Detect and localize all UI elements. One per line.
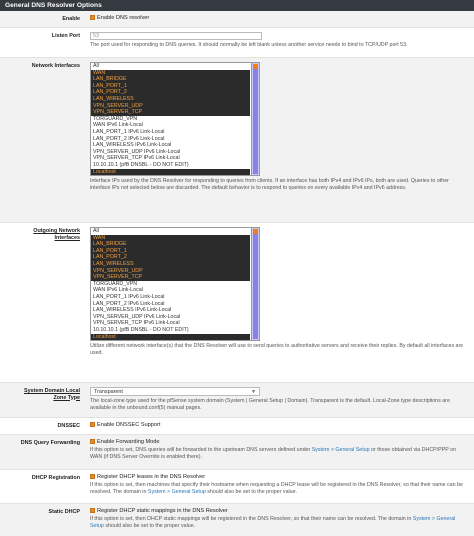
interface-option[interactable]: Localhost [91, 333, 250, 341]
interface-option[interactable]: LAN_PORT_2 [91, 89, 250, 96]
zone-label-line2: Zone Type [53, 394, 80, 401]
dns-query-forwarding-label: DNS Query Forwarding [20, 440, 80, 446]
network-interfaces-label: Network Interfaces [31, 63, 80, 69]
interface-option[interactable]: VPN_SERVER_TCP [91, 274, 250, 281]
interface-option[interactable]: 10.10.10.1 (pfB DNSBL - DO NOT EDIT) [91, 162, 250, 169]
zone-label-line1: System Domain Local [23, 388, 80, 394]
interface-option[interactable]: LAN_WIRELESS IPv6 Link-Local [91, 142, 250, 149]
interface-option[interactable]: 10.10.10.1 (pfB DNSBL - DO NOT EDIT) [91, 327, 250, 334]
enable-checkbox[interactable] [90, 15, 95, 20]
help-text: should also be set to the proper value. [205, 488, 298, 495]
interface-option[interactable]: All [91, 63, 250, 70]
interface-option[interactable]: VPN_SERVER_TCP IPv6 Link-Local [91, 320, 250, 327]
interface-option[interactable]: WAN IPv6 Link-Local [91, 287, 250, 294]
outgoing-interfaces-options: All WAN LAN_BRIDGE LAN_PORT_1 LAN_PORT_2 LAN_… [91, 228, 250, 341]
local-zone-type-value: Transparent [94, 389, 123, 395]
interface-option[interactable]: VPN_SERVER_UDP IPv6 Link-Local [91, 314, 250, 321]
interface-option[interactable]: All [91, 228, 250, 235]
interface-option[interactable]: LAN_PORT_1 IPv6 Link-Local [91, 129, 250, 136]
network-interfaces-scrollbar[interactable] [251, 63, 259, 176]
interface-option[interactable]: LAN_PORT_2 IPv6 Link-Local [91, 301, 250, 308]
network-interfaces-help: Interface IPs used by the DNS Resolver f… [90, 178, 449, 191]
local-zone-type-select[interactable]: Transparent ▼ [90, 387, 260, 396]
network-interfaces-listbox[interactable]: All WAN LAN_BRIDGE LAN_PORT_1 LAN_PORT_2 LAN_… [90, 62, 260, 177]
enable-row: Enable Enable DNS resolver [0, 11, 474, 28]
dnssec-row: DNSSEC Enable DNSSEC Support [0, 418, 474, 435]
outgoing-interfaces-help: Utilize different network interface(s) t… [90, 343, 464, 356]
listen-port-row: Listen Port 53 The port used for respond… [0, 28, 474, 58]
dns-query-forwarding-row: DNS Query Forwarding Enable Forwarding M… [0, 435, 474, 470]
outgoing-interfaces-listbox[interactable]: All WAN LAN_BRIDGE LAN_PORT_1 LAN_PORT_2 LAN_… [90, 227, 260, 342]
interface-option[interactable]: LAN_PORT_1 [91, 82, 250, 90]
system-general-setup-link[interactable]: System > General Setup [148, 489, 206, 495]
dns-query-forwarding-checkbox[interactable] [90, 439, 95, 444]
interface-option[interactable]: VPN_SERVER_UDP IPv6 Link-Local [91, 149, 250, 156]
interface-option[interactable]: LAN_PORT_2 IPv6 Link-Local [91, 136, 250, 143]
static-dhcp-help: If this option is set, then DHCP static … [90, 516, 468, 529]
interface-option[interactable]: WAN [91, 69, 250, 77]
outgoing-interfaces-scrollbar[interactable] [251, 228, 259, 341]
interface-option[interactable]: VPN_SERVER_TCP [91, 109, 250, 116]
listen-port-help: The port used for responding to DNS quer… [90, 42, 408, 48]
static-dhcp-row: Static DHCP Register DHCP static mapping… [0, 504, 474, 536]
enable-checkbox-label: Enable DNS resolver [97, 15, 150, 21]
interface-option[interactable]: LAN_WIRELESS [91, 95, 250, 103]
help-text: If this option is set, DNS queries will … [90, 447, 312, 453]
dhcp-registration-label: DHCP Registration [31, 475, 80, 481]
local-zone-type-label: System Domain Local Zone Type [0, 383, 84, 417]
enable-label: Enable [62, 16, 80, 22]
local-zone-type-row: System Domain Local Zone Type Transparent… [0, 383, 474, 418]
interface-option[interactable]: VPN_SERVER_TCP IPv6 Link-Local [91, 155, 250, 162]
outgoing-interfaces-row: Outgoing Network Interfaces All WAN LAN_BRI… [0, 223, 474, 383]
scrollbar-thumb[interactable] [253, 64, 258, 175]
interface-option[interactable]: LAN_PORT_1 [91, 247, 250, 255]
dns-query-forwarding-help: If this option is set, DNS queries will … [90, 447, 468, 460]
help-text: If this option is set, then DHCP static … [90, 516, 413, 522]
dnssec-checkbox-label: Enable DNSSEC Support [97, 422, 161, 428]
interface-option[interactable]: LAN_BRIDGE [91, 76, 250, 83]
static-dhcp-label: Static DHCP [48, 509, 80, 515]
scroll-up-icon[interactable] [253, 229, 258, 234]
help-text: should also be set to the proper value. [103, 522, 196, 529]
dns-query-forwarding-checkbox-label: Enable Forwarding Mode [97, 439, 160, 445]
outgoing-label-line1: Outgoing Network [33, 228, 80, 234]
interface-option[interactable]: VPN_SERVER_UDP [91, 267, 250, 275]
interface-option[interactable]: Localhost [91, 168, 250, 176]
dhcp-registration-help: If this option is set, then machines tha… [90, 482, 468, 495]
interface-option[interactable]: TORGUARD_VPN [91, 116, 250, 123]
interface-option[interactable]: LAN_WIRELESS IPv6 Link-Local [91, 307, 250, 314]
scrollbar-thumb[interactable] [253, 229, 258, 340]
interface-option[interactable]: WAN IPv6 Link-Local [91, 122, 250, 129]
listen-port-label: Listen Port [51, 33, 80, 39]
interface-option[interactable]: LAN_WIRELESS [91, 260, 250, 268]
local-zone-type-help: The local-zone type used for the pfSense… [90, 398, 450, 411]
network-interfaces-row: Network Interfaces All WAN LAN_BRIDGE LAN_P… [0, 58, 474, 223]
dnssec-label: DNSSEC [57, 423, 80, 429]
chevron-down-icon: ▼ [251, 389, 256, 395]
static-dhcp-checkbox-label: Register DHCP static mappings in the DNS… [97, 508, 228, 514]
interface-option[interactable]: WAN [91, 234, 250, 242]
dhcp-registration-checkbox-label: Register DHCP leases in the DNS Resolver [97, 474, 206, 480]
panel-title: General DNS Resolver Options [0, 0, 474, 11]
dnssec-checkbox[interactable] [90, 422, 95, 427]
listen-port-input[interactable]: 53 [90, 32, 262, 40]
outgoing-label-line2: Interfaces [54, 234, 80, 241]
static-dhcp-checkbox[interactable] [90, 508, 95, 513]
dhcp-registration-checkbox[interactable] [90, 474, 95, 479]
system-general-setup-link[interactable]: System > General Setup [312, 447, 370, 453]
dhcp-registration-row: DHCP Registration Register DHCP leases i… [0, 470, 474, 504]
outgoing-interfaces-label: Outgoing Network Interfaces [0, 223, 84, 382]
interface-option[interactable]: TORGUARD_VPN [91, 281, 250, 288]
scroll-up-icon[interactable] [253, 64, 258, 69]
interface-option[interactable]: LAN_PORT_1 IPv6 Link-Local [91, 294, 250, 301]
network-interfaces-options: All WAN LAN_BRIDGE LAN_PORT_1 LAN_PORT_2 LAN_… [91, 63, 250, 176]
interface-option[interactable]: LAN_BRIDGE [91, 241, 250, 248]
interface-option[interactable]: VPN_SERVER_UDP [91, 102, 250, 110]
interface-option[interactable]: LAN_PORT_2 [91, 254, 250, 261]
